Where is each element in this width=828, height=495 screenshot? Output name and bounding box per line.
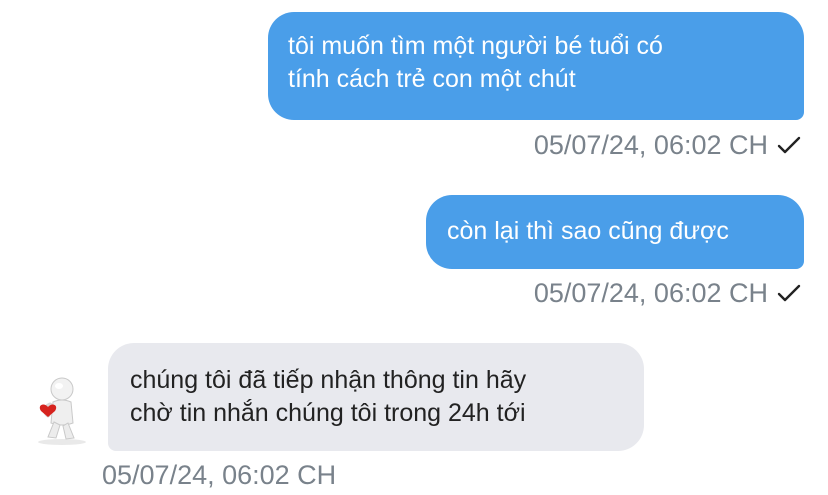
checkmark-icon bbox=[777, 284, 801, 302]
message-meta: 05/07/24, 06:02 CH bbox=[534, 277, 802, 309]
message-timestamp: 05/07/24, 06:02 CH bbox=[533, 278, 768, 308]
incoming-message-bubble[interactable]: chúng tôi đã tiếp nhận thông tin hãy chờ… bbox=[108, 343, 644, 451]
outgoing-message-bubble[interactable]: còn lại thì sao cũng được bbox=[426, 195, 804, 269]
checkmark-icon bbox=[777, 136, 801, 154]
message-meta: 05/07/24, 06:02 CH bbox=[102, 459, 336, 491]
message-meta: 05/07/24, 06:02 CH bbox=[534, 129, 802, 161]
sender-avatar-icon[interactable] bbox=[28, 375, 96, 447]
message-timestamp: 05/07/24, 06:02 CH bbox=[102, 460, 337, 490]
outgoing-message-bubble[interactable]: tôi muốn tìm một người bé tuổi có tính c… bbox=[268, 12, 804, 120]
message-timestamp: 05/07/24, 06:02 CH bbox=[533, 130, 768, 160]
